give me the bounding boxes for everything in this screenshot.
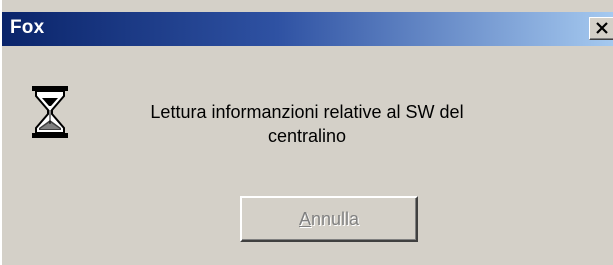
dialog-window: Fox Lettura informanzioni relative al SW… <box>0 0 613 265</box>
cancel-accelerator: A <box>298 208 311 229</box>
close-icon <box>596 22 608 34</box>
close-button[interactable] <box>589 17 613 40</box>
message-text: Lettura informanzioni relative al SW del… <box>127 100 487 148</box>
window-title: Fox <box>10 17 45 38</box>
message-line-2: centralino <box>267 126 347 146</box>
title-bar[interactable]: Fox <box>2 12 613 46</box>
message-line-1: Lettura informanzioni relative al SW del <box>150 102 464 122</box>
hourglass-icon <box>32 86 68 138</box>
cancel-label: nnulla <box>310 208 360 229</box>
cancel-button[interactable]: Annulla <box>240 196 418 242</box>
